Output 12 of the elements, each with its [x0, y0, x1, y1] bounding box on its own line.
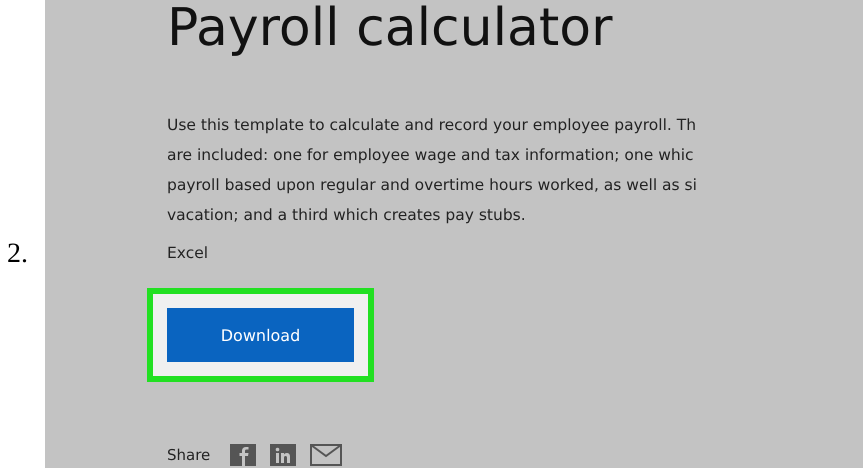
facebook-icon[interactable]: [230, 444, 256, 466]
page-title: Payroll calculator: [167, 0, 614, 58]
description-line: Use this template to calculate and record your employee payroll. Th: [167, 115, 696, 136]
file-type-label: Excel: [167, 244, 208, 262]
linkedin-icon[interactable]: [270, 444, 296, 466]
share-label: Share: [167, 446, 210, 464]
download-button[interactable]: Download: [167, 308, 354, 362]
description-line: vacation; and a third which creates pay stubs.: [167, 205, 526, 226]
step-number: 2.: [7, 238, 28, 270]
description-line: are included: one for employee wage and tax information; one whic: [167, 145, 694, 166]
email-icon[interactable]: [310, 444, 342, 466]
description-line: payroll based upon regular and overtime hours worked, as well as si: [167, 175, 697, 196]
